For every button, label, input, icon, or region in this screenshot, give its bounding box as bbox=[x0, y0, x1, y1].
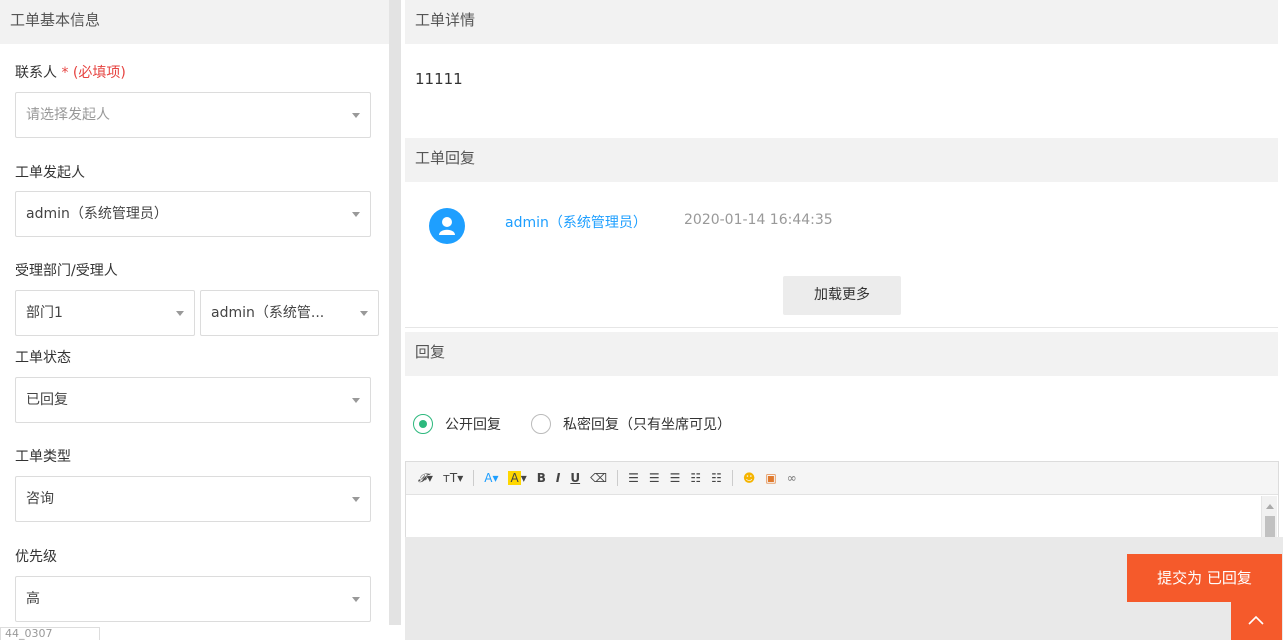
handler-person-select[interactable]: admin（系统管... bbox=[200, 290, 379, 336]
reply-time: 2020-01-14 16:44:35 bbox=[684, 212, 833, 228]
chevron-down-icon bbox=[352, 113, 360, 118]
scroll-up-icon[interactable] bbox=[1266, 504, 1274, 509]
load-more-button[interactable]: 加载更多 bbox=[783, 276, 901, 315]
align-right-icon[interactable]: ☰ bbox=[670, 468, 681, 488]
reply-list-header: 工单回复 bbox=[405, 138, 1278, 182]
radio-private[interactable] bbox=[531, 414, 551, 434]
respond-header: 回复 bbox=[405, 332, 1278, 376]
toolbar-divider bbox=[731, 470, 733, 486]
type-select-value: 咨询 bbox=[26, 491, 54, 507]
ordered-list-icon[interactable]: ☷ bbox=[690, 468, 701, 488]
back-to-top-button[interactable] bbox=[1231, 602, 1282, 640]
chevron-down-icon bbox=[176, 311, 184, 316]
handler-label: 受理部门/受理人 bbox=[15, 263, 118, 279]
eraser-icon[interactable]: ⌫ bbox=[590, 468, 607, 488]
reply-visibility-group: 公开回复 私密回复（只有坐席可见） bbox=[413, 412, 761, 436]
initiator-select-value: admin（系统管理员） bbox=[26, 206, 168, 222]
ticket-detail-panel: 工单详情 11111 工单回复 admin（系统管理员） 2020-01-14 … bbox=[405, 0, 1283, 640]
bottom-tag: 44_0307 bbox=[0, 627, 100, 640]
contact-label: 联系人 * (必填项) bbox=[15, 62, 126, 82]
unordered-list-icon[interactable]: ☷ bbox=[711, 468, 722, 488]
divider bbox=[405, 327, 1278, 328]
link-icon[interactable]: ∞ bbox=[787, 468, 797, 488]
initiator-label: 工单发起人 bbox=[15, 165, 85, 181]
reply-editor[interactable]: 𝓕▾ тT▾ A▾ A ▾ B I U ⌫ ☰ ☰ ☰ ☷ ☷ ☻ ▣ ∞ bbox=[405, 461, 1279, 541]
editor-scrollbar[interactable] bbox=[1261, 496, 1277, 540]
priority-select-value: 高 bbox=[26, 591, 40, 607]
emoji-icon[interactable]: ☻ bbox=[743, 468, 756, 488]
contact-label-text: 联系人 bbox=[15, 65, 57, 81]
bold-icon[interactable]: B bbox=[537, 468, 546, 488]
status-select-value: 已回复 bbox=[26, 392, 68, 408]
chevron-down-icon bbox=[352, 398, 360, 403]
contact-select-placeholder: 请选择发起人 bbox=[26, 107, 110, 123]
ticket-basic-info-panel: 工单基本信息 联系人 * (必填项) 请选择发起人 工单发起人 admin（系统… bbox=[0, 0, 389, 640]
required-note: (必填项) bbox=[72, 65, 126, 81]
left-panel-scrollbar[interactable] bbox=[389, 0, 401, 625]
initiator-select[interactable]: admin（系统管理员） bbox=[15, 191, 371, 237]
basic-info-header: 工单基本信息 bbox=[0, 0, 389, 44]
font-family-icon[interactable]: 𝓕▾ bbox=[418, 468, 433, 488]
radio-public[interactable] bbox=[413, 414, 433, 434]
submit-button[interactable]: 提交为 已回复 bbox=[1127, 554, 1282, 602]
chevron-down-icon bbox=[352, 212, 360, 217]
highlight-icon[interactable]: A ▾ bbox=[508, 468, 527, 488]
contact-select[interactable]: 请选择发起人 bbox=[15, 92, 371, 138]
handler-person-select-value: admin（系统管... bbox=[211, 305, 325, 321]
department-select-value: 部门1 bbox=[26, 305, 63, 321]
align-left-icon[interactable]: ☰ bbox=[628, 468, 639, 488]
type-label: 工单类型 bbox=[15, 449, 71, 465]
reply-user[interactable]: admin（系统管理员） bbox=[505, 212, 647, 232]
radio-private-label[interactable]: 私密回复（只有坐席可见） bbox=[563, 414, 731, 434]
font-size-icon[interactable]: тT▾ bbox=[443, 468, 463, 488]
chevron-down-icon bbox=[352, 597, 360, 602]
align-center-icon[interactable]: ☰ bbox=[649, 468, 660, 488]
detail-header: 工单详情 bbox=[405, 0, 1278, 44]
underline-icon[interactable]: U bbox=[570, 468, 580, 488]
image-icon[interactable]: ▣ bbox=[765, 468, 776, 488]
type-select[interactable]: 咨询 bbox=[15, 476, 371, 522]
radio-public-label[interactable]: 公开回复 bbox=[445, 414, 501, 434]
detail-text: 11111 bbox=[415, 70, 463, 88]
italic-icon[interactable]: I bbox=[556, 468, 560, 488]
user-icon bbox=[439, 217, 455, 235]
toolbar-divider bbox=[617, 470, 619, 486]
chevron-down-icon bbox=[352, 497, 360, 502]
department-select[interactable]: 部门1 bbox=[15, 290, 195, 336]
editor-toolbar: 𝓕▾ тT▾ A▾ A ▾ B I U ⌫ ☰ ☰ ☰ ☷ ☷ ☻ ▣ ∞ bbox=[406, 462, 1278, 495]
chevron-down-icon bbox=[360, 311, 368, 316]
status-select[interactable]: 已回复 bbox=[15, 377, 371, 423]
toolbar-divider bbox=[473, 470, 475, 486]
status-label: 工单状态 bbox=[15, 350, 71, 366]
required-asterisk: * bbox=[61, 65, 69, 81]
font-color-icon[interactable]: A▾ bbox=[484, 468, 498, 488]
ticket-page: 工单基本信息 联系人 * (必填项) 请选择发起人 工单发起人 admin（系统… bbox=[0, 0, 1283, 640]
chevron-up-icon bbox=[1248, 615, 1264, 625]
avatar bbox=[429, 208, 465, 244]
priority-select[interactable]: 高 bbox=[15, 576, 371, 622]
priority-label: 优先级 bbox=[15, 549, 57, 565]
